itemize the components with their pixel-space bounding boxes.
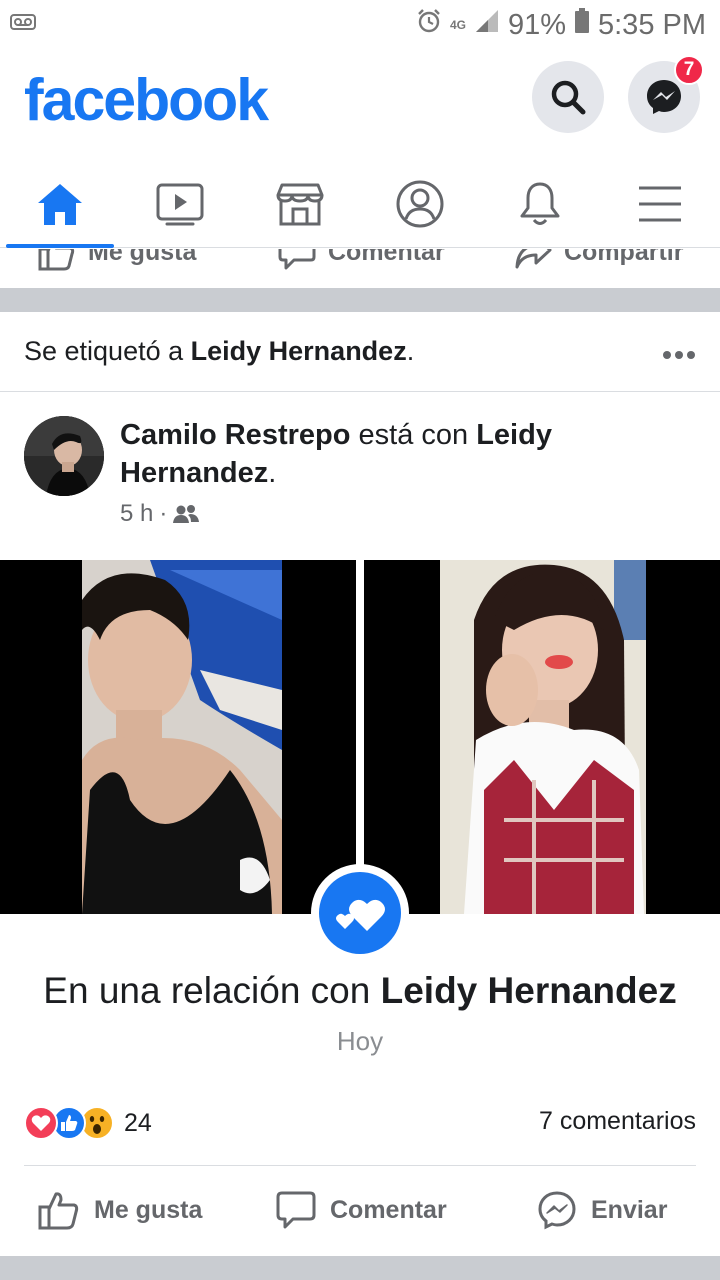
more-options-icon[interactable] xyxy=(662,334,696,368)
hearts-icon xyxy=(336,899,385,931)
relationship-status: En una relación con Leidy Hernandez xyxy=(0,970,720,1012)
with-text: está con xyxy=(350,419,477,451)
photo-leidy[interactable] xyxy=(364,560,720,914)
tab-home[interactable] xyxy=(0,160,120,248)
comment-label: Comentar xyxy=(330,1195,447,1224)
voicemail-icon xyxy=(10,14,36,35)
alarm-icon xyxy=(416,8,442,42)
prev-comment-button[interactable]: Comentar xyxy=(278,249,445,271)
tag-line: Se etiquetó a Leidy Hernandez. xyxy=(24,336,414,367)
battery-percentage: 91% xyxy=(507,8,566,41)
search-button[interactable] xyxy=(532,61,604,133)
comments-count[interactable]: 7 comentarios xyxy=(539,1107,696,1136)
prev-share-button[interactable]: Compartir xyxy=(514,249,683,271)
signal-icon xyxy=(474,8,500,42)
thumbs-up-icon xyxy=(38,249,75,271)
comment-icon xyxy=(276,1191,316,1229)
tab-notifications[interactable] xyxy=(480,160,600,248)
tab-bar xyxy=(0,160,720,248)
relationship-heart-badge xyxy=(311,864,409,962)
hamburger-menu-icon xyxy=(639,186,681,222)
battery-icon xyxy=(574,8,590,42)
app-header: facebook 7 xyxy=(0,50,720,160)
share-icon xyxy=(515,249,552,269)
reaction-summary[interactable]: 24 xyxy=(24,1100,152,1146)
messenger-icon xyxy=(647,80,681,114)
tab-profile[interactable] xyxy=(360,160,480,248)
tag-prefix: Se etiquetó a xyxy=(24,336,191,366)
relationship-photos xyxy=(0,560,720,914)
post-actions: Me gusta Comentar Enviar xyxy=(0,1166,720,1254)
tab-marketplace[interactable] xyxy=(240,160,360,248)
prev-like-button[interactable]: Me gusta xyxy=(38,249,196,271)
network-type: 4G xyxy=(449,17,466,32)
previous-post-actions: Me gusta Comentar Compartir xyxy=(0,249,720,287)
facebook-logo[interactable]: facebook xyxy=(24,66,269,134)
send-button[interactable]: Enviar xyxy=(537,1166,667,1254)
tab-watch[interactable] xyxy=(120,160,240,248)
tag-suffix: . xyxy=(406,336,415,366)
status-bar: 4G 91% 5:35 PM xyxy=(0,0,720,50)
like-button[interactable]: Me gusta xyxy=(38,1166,202,1254)
search-icon xyxy=(551,80,586,115)
relationship-prefix: En una relación con xyxy=(43,970,381,1011)
author-name[interactable]: Camilo Restrepo xyxy=(120,419,350,451)
prev-like-label: Me gusta xyxy=(88,249,197,266)
messenger-badge: 7 xyxy=(674,55,704,85)
post-context-header: Se etiquetó a Leidy Hernandez. xyxy=(0,312,720,392)
clock: 5:35 PM xyxy=(598,8,706,41)
messenger-button[interactable]: 7 xyxy=(628,55,704,133)
video-icon xyxy=(156,183,204,226)
comment-icon xyxy=(278,249,316,270)
love-reaction-icon xyxy=(24,1106,58,1140)
tagged-name[interactable]: Leidy Hernandez xyxy=(191,336,407,366)
profile-icon xyxy=(396,180,444,228)
thumbs-up-icon xyxy=(38,1192,79,1230)
feed-separator xyxy=(0,288,720,312)
like-label: Me gusta xyxy=(94,1195,203,1224)
feed-separator-bottom xyxy=(0,1256,720,1280)
send-label: Enviar xyxy=(591,1195,668,1224)
relationship-date: Hoy xyxy=(336,1026,384,1056)
prev-share-label: Compartir xyxy=(564,249,684,266)
messenger-outline-icon xyxy=(538,1191,576,1230)
comment-button[interactable]: Comentar xyxy=(276,1166,447,1254)
photo-camilo[interactable] xyxy=(0,560,356,914)
avatar[interactable] xyxy=(24,416,104,496)
home-icon xyxy=(38,184,82,225)
author-line: Camilo Restrepo está con Leidy Hernandez… xyxy=(120,416,680,492)
marketplace-icon xyxy=(276,183,324,226)
post-time[interactable]: 5 h xyxy=(120,500,153,528)
post-meta: 5 h · xyxy=(120,500,200,528)
tab-menu[interactable] xyxy=(600,160,720,248)
reaction-count: 24 xyxy=(124,1108,152,1137)
with-suffix: . xyxy=(268,457,277,489)
friends-icon xyxy=(173,505,200,523)
meta-dot: · xyxy=(159,500,168,527)
post-author-row: Camilo Restrepo está con Leidy Hernandez… xyxy=(0,392,720,552)
bell-icon xyxy=(520,182,560,225)
relationship-name[interactable]: Leidy Hernandez xyxy=(381,970,677,1011)
prev-comment-label: Comentar xyxy=(328,249,445,266)
